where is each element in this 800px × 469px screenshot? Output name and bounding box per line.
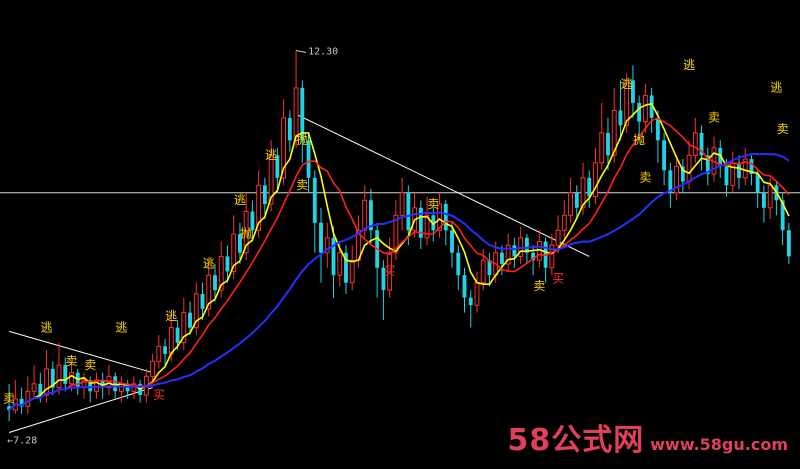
signal-label-sell: 抛 (240, 226, 252, 241)
signal-label-sell: 卖 (65, 354, 77, 368)
signal-label-sell: 逃 (683, 58, 695, 72)
candle-down (406, 192, 411, 231)
candle-down (462, 275, 467, 298)
candle-down (188, 312, 192, 328)
candle-down (662, 140, 667, 171)
candle-down (213, 275, 217, 291)
candle-down (786, 230, 791, 257)
candle-up (568, 192, 573, 216)
high-price-label: 12.30 (308, 46, 338, 57)
candle-down (637, 102, 642, 122)
signal-label-sell: 逃 (234, 193, 246, 207)
candle-up (474, 282, 480, 306)
signal-label-sell: 抛 (633, 132, 645, 147)
signal-label-sell: 逃 (115, 320, 127, 334)
candle-up (168, 327, 174, 355)
watermark-url: www.58gu.com (650, 435, 788, 454)
candle-down (331, 237, 336, 276)
signal-label-sell: 卖 (427, 197, 439, 211)
candle-down (655, 117, 660, 141)
candle-up (362, 199, 368, 231)
signal-label-sell: 逃 (165, 309, 177, 323)
candle-down (499, 252, 504, 264)
signal-label-buy: 买 (153, 388, 165, 402)
candle-down (737, 162, 741, 178)
signal-label-sell: 逃 (41, 320, 53, 334)
signal-label-sell: 卖 (84, 358, 96, 372)
candle-down (468, 297, 473, 306)
candle-up (25, 390, 31, 407)
candle-down (319, 222, 323, 253)
candle-up (56, 364, 62, 389)
low-price-label: ←7.28 (7, 435, 37, 446)
candle-up (642, 94, 648, 123)
candle-down (175, 327, 180, 343)
watermark-brand: 58公式网 (507, 423, 645, 458)
chart-background (0, 0, 800, 469)
candle-down (200, 293, 205, 309)
candle-up (686, 154, 692, 183)
signal-label-sell: 逃 (203, 257, 215, 271)
signal-label-sell: 卖 (708, 111, 720, 125)
candle-up (555, 229, 561, 246)
candle-up (692, 132, 698, 156)
candle-down (287, 117, 292, 141)
candle-up (150, 360, 156, 377)
signal-label-sell: 逃 (770, 81, 782, 95)
signal-label-sell: 逃 (265, 148, 277, 162)
candle-up (31, 383, 37, 392)
candlestick-chart: 卖逃卖 卖逃买逃逃抛逃逃抛卖买卖卖买逃抛卖逃卖逃卖 12.30 ←7.28 (0, 0, 800, 469)
candle-down (574, 192, 579, 208)
signal-label-buy: 买 (384, 264, 396, 278)
signal-label-sell: 卖 (3, 392, 15, 406)
candle-up (349, 259, 355, 284)
candle-up (69, 372, 74, 385)
signal-label-sell: 卖 (296, 178, 308, 192)
candle-down (443, 204, 448, 231)
candle-down (587, 177, 592, 197)
candle-up (561, 214, 567, 231)
candle-down (761, 192, 766, 208)
candle-down (606, 132, 610, 156)
candle-down (113, 376, 118, 392)
watermark: 58公式网 www.58gu.com (508, 415, 788, 459)
candle-up (593, 162, 598, 198)
candle-down (163, 346, 168, 354)
candle-up (599, 132, 605, 164)
candle-down (755, 174, 760, 193)
candle-up (156, 345, 162, 362)
candle-down (225, 256, 230, 272)
candle-up (480, 259, 486, 284)
candle-down (312, 177, 317, 223)
candle-down (618, 110, 623, 126)
signal-label-buy: 买 (552, 272, 564, 286)
signal-label-sell: 逃 (621, 77, 633, 91)
signal-label-sell: 卖 (639, 171, 651, 185)
candle-down (450, 230, 454, 253)
candle-down (262, 185, 267, 205)
candle-up (399, 192, 405, 216)
candle-up (767, 184, 773, 209)
signal-label-sell: 卖 (533, 279, 545, 293)
candle-down (512, 245, 517, 257)
signal-label-sell: 抛 (296, 132, 308, 147)
signal-label-sell: 卖 (777, 122, 789, 136)
candle-down (456, 252, 461, 276)
candle-down (724, 166, 729, 186)
candle-up (337, 252, 343, 276)
